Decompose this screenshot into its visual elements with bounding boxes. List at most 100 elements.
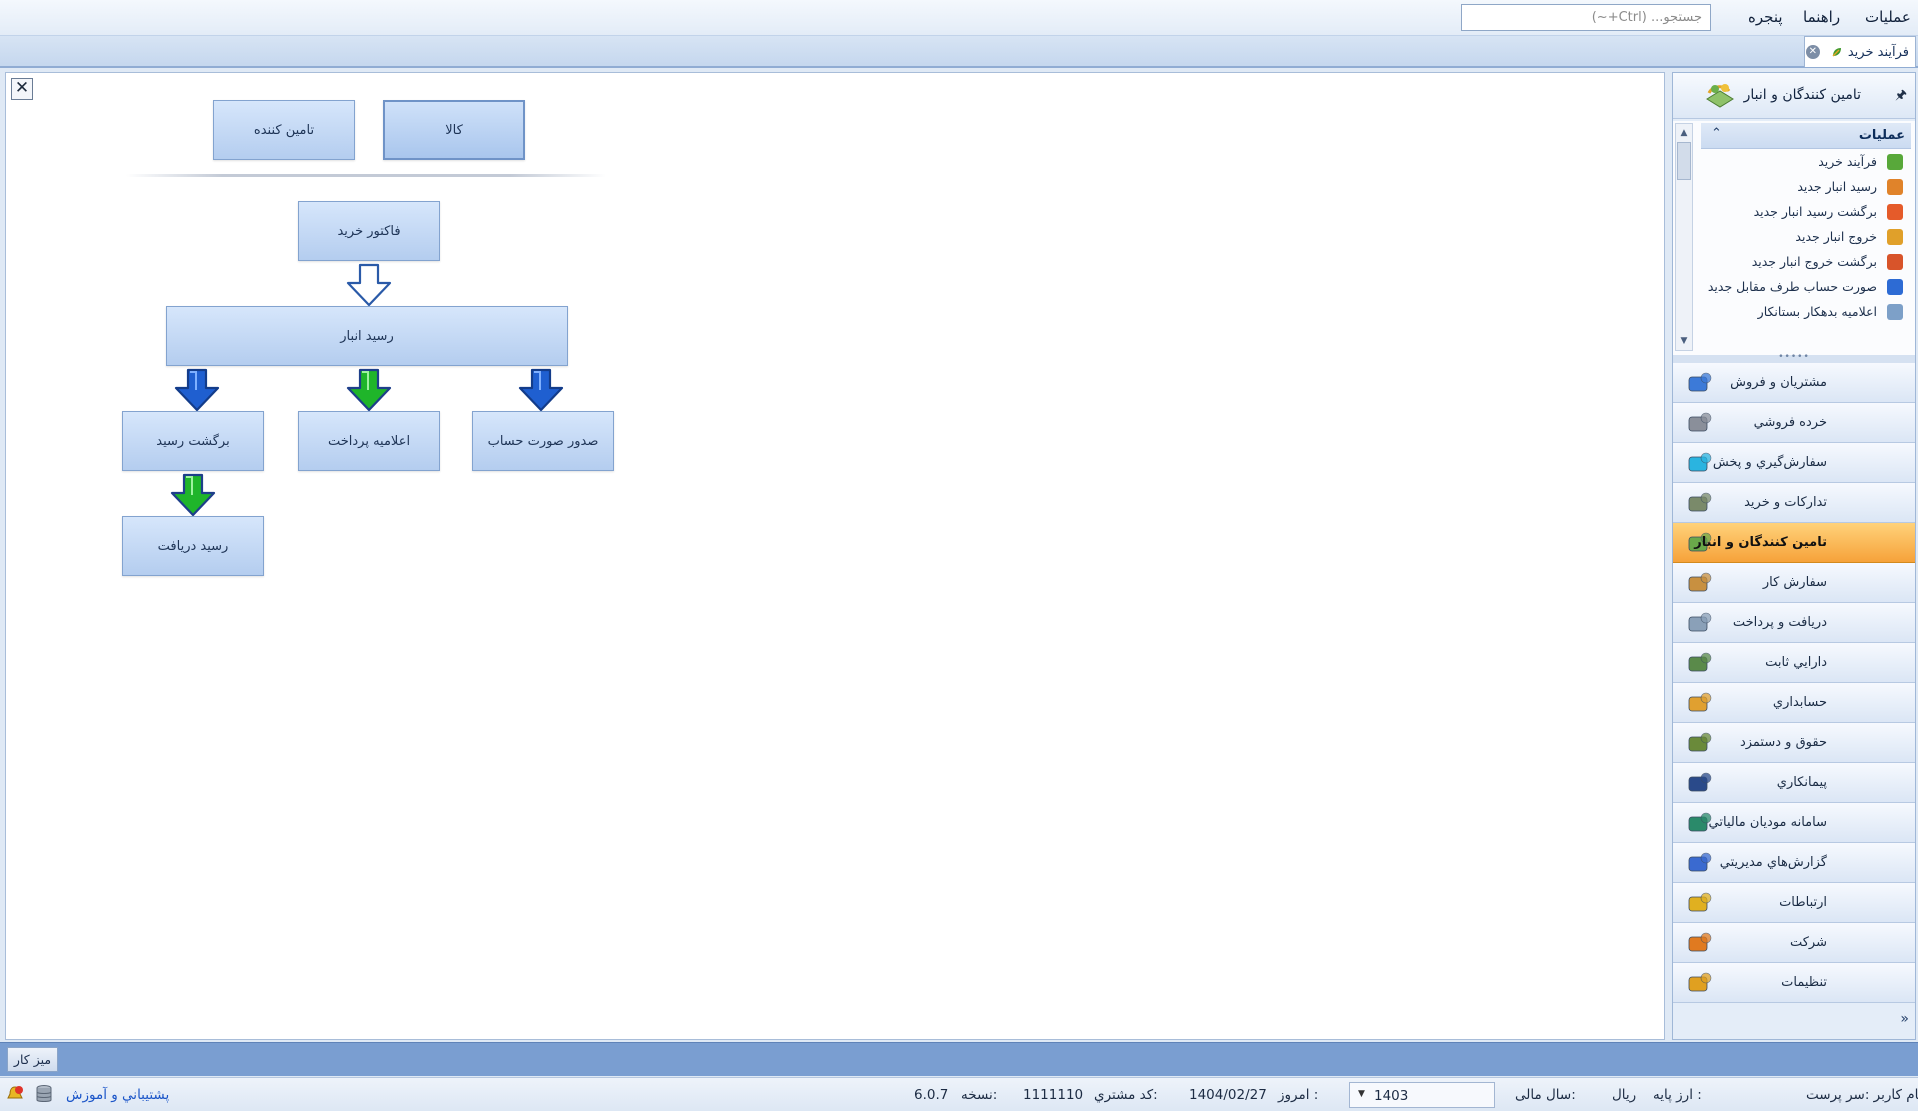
operation-item[interactable]: برگشت رسید انبار جدید: [1701, 199, 1911, 224]
support-link[interactable]: پشتيباني و آموزش: [66, 1087, 169, 1103]
arrow-down-blue-icon: [518, 368, 564, 412]
module-item[interactable]: ارتباطات: [1673, 883, 1915, 923]
goods-button[interactable]: کالا: [383, 100, 525, 160]
menu-help[interactable]: راهنما: [1803, 8, 1840, 26]
menu-window[interactable]: پنجره: [1748, 8, 1783, 26]
module-item[interactable]: حقوق و دستمزد: [1673, 723, 1915, 763]
process-canvas: ✕ تامین کننده کالا فاکتور خرید رسید انبا…: [5, 72, 1665, 1040]
operation-item[interactable]: برگشت خروج انبار جدید: [1701, 249, 1911, 274]
nav-footer: »: [1673, 1003, 1915, 1039]
module-label: دريافت و پرداخت: [1732, 615, 1827, 630]
operation-item[interactable]: خروج انبار جدید: [1701, 224, 1911, 249]
module-item[interactable]: خرده فروشي: [1673, 403, 1915, 443]
operation-item[interactable]: فرآیند خرید: [1701, 149, 1911, 174]
warehouse-receipt-box[interactable]: رسید انبار: [166, 306, 568, 366]
operation-label: برگشت رسید انبار جدید: [1753, 204, 1877, 219]
module-label: تامين کنندگان و انبار: [1694, 535, 1827, 550]
bell-icon[interactable]: [6, 1085, 24, 1103]
customer-code-label: کد مشتري:: [1094, 1087, 1158, 1103]
pin-icon[interactable]: 🖈: [1895, 86, 1907, 108]
module-label: حسابداري: [1772, 695, 1827, 710]
menu-operations[interactable]: عملیات: [1865, 8, 1911, 26]
fiscal-year-value: 1403: [1374, 1088, 1409, 1104]
fixed-assets-icon: [1688, 652, 1712, 672]
module-item[interactable]: تامين کنندگان و انبار: [1673, 523, 1915, 563]
operations-group-header[interactable]: ⌃ عملیات: [1701, 123, 1911, 149]
module-label: تدارکات و خريد: [1744, 495, 1827, 510]
operation-item[interactable]: صورت حساب طرف مقابل جدید: [1701, 274, 1911, 299]
operations-group-title: عملیات: [1858, 128, 1905, 143]
module-item[interactable]: سامانه موديان مالياتي: [1673, 803, 1915, 843]
module-label: پيمانکاري: [1776, 775, 1827, 790]
module-item[interactable]: سفارش‌گيري و پخش: [1673, 443, 1915, 483]
fiscal-year-label: سال مالی:: [1515, 1087, 1576, 1103]
chevron-down-icon[interactable]: »: [1900, 1011, 1909, 1027]
suppliers-icon: [1706, 84, 1734, 108]
status-bar: پشتيباني و آموزش 6.0.7 نسخه: 1111110 کد …: [0, 1077, 1918, 1111]
collapse-icon[interactable]: ⌃: [1711, 126, 1722, 141]
module-item[interactable]: تدارکات و خريد: [1673, 483, 1915, 523]
scroll-thumb[interactable]: [1677, 142, 1691, 180]
pane-splitter[interactable]: •••••: [1673, 353, 1915, 363]
supplier-button[interactable]: تامین کننده: [213, 100, 355, 160]
operation-label: خروج انبار جدید: [1795, 229, 1877, 244]
module-label: خرده فروشي: [1753, 415, 1827, 430]
module-item[interactable]: تنظيمات: [1673, 963, 1915, 1003]
return-receipt-box[interactable]: برگشت رسید: [122, 411, 264, 471]
operations-group: ⌃ عملیات فرآیند خرید رسید انبار جدید برگشت…: [1701, 123, 1911, 351]
module-item[interactable]: پيمانکاري: [1673, 763, 1915, 803]
module-label: شرکت: [1789, 935, 1827, 950]
module-item[interactable]: سفارش کار: [1673, 563, 1915, 603]
menu-bar: عملیات راهنما پنجره: [0, 0, 1918, 36]
operation-item[interactable]: رسید انبار جدید: [1701, 174, 1911, 199]
module-item[interactable]: دارايي ثابت: [1673, 643, 1915, 683]
reports-icon: [1688, 852, 1712, 872]
document-tab-bar: ✕ فرآیند خرید: [0, 36, 1918, 68]
purchase-invoice-box[interactable]: فاکتور خرید: [298, 201, 440, 261]
scroll-down-icon[interactable]: ▼: [1677, 334, 1691, 348]
module-item[interactable]: حسابداري: [1673, 683, 1915, 723]
search-input[interactable]: [1461, 4, 1711, 31]
module-item[interactable]: مشتریان و فروش: [1673, 363, 1915, 403]
nav-header: 🖈 تامین کنندگان و انبار: [1673, 73, 1915, 119]
database-icon[interactable]: [36, 1085, 52, 1103]
close-icon[interactable]: ✕: [11, 78, 33, 100]
base-currency-label: ارز پایه :: [1653, 1087, 1702, 1103]
fiscal-year-select[interactable]: ▼ 1403: [1349, 1082, 1495, 1108]
issue-bill-box[interactable]: صدور صورت حساب: [472, 411, 614, 471]
arrow-down-icon: [346, 263, 392, 307]
module-item[interactable]: گزارش‌هاي مديريتي: [1673, 843, 1915, 883]
sales-icon: [1688, 372, 1712, 392]
return-receipt-icon: [1887, 204, 1903, 220]
tab-label: فرآیند خرید: [1847, 44, 1909, 60]
operation-item[interactable]: اعلامیه بدهکار بستانکار: [1701, 299, 1911, 324]
module-item[interactable]: دريافت و پرداخت: [1673, 603, 1915, 643]
module-label: سفارش کار: [1762, 575, 1827, 590]
debit-credit-icon: [1887, 304, 1903, 320]
tab-purchase-process[interactable]: ✕ فرآیند خرید: [1804, 36, 1916, 67]
customer-code-value: 1111110: [1023, 1087, 1084, 1103]
receive-receipt-box[interactable]: رسید دریافت: [122, 516, 264, 576]
version-value: 6.0.7: [914, 1087, 949, 1103]
user-label: نام کاربر :سر پرست: [1806, 1087, 1918, 1103]
work-order-icon: [1688, 572, 1712, 592]
payment-notice-box[interactable]: اعلامیه پرداخت: [298, 411, 440, 471]
arrow-down-green-icon: [170, 473, 216, 517]
arrow-down-green-icon: [346, 368, 392, 412]
process-leaf-icon: [1832, 48, 1841, 57]
settings-icon: [1688, 972, 1712, 992]
operation-label: رسید انبار جدید: [1797, 179, 1877, 194]
desktop-button[interactable]: ميز کار: [7, 1047, 58, 1072]
process-icon: [1887, 154, 1903, 170]
module-item[interactable]: شرکت: [1673, 923, 1915, 963]
module-label: تنظيمات: [1781, 975, 1827, 990]
dropdown-arrow-icon[interactable]: ▼: [1358, 1089, 1365, 1099]
navigation-pane: 🖈 تامین کنندگان و انبار ▲ ▼ ⌃ عملیات فرآ…: [1672, 72, 1916, 1040]
retail-icon: [1688, 412, 1712, 432]
today-label: امروز :: [1278, 1087, 1319, 1103]
distribution-icon: [1688, 452, 1712, 472]
tab-close-icon[interactable]: ✕: [1805, 45, 1820, 59]
scroll-up-icon[interactable]: ▲: [1677, 126, 1691, 140]
operation-label: صورت حساب طرف مقابل جدید: [1707, 279, 1877, 294]
ops-scrollbar[interactable]: ▲ ▼: [1675, 123, 1693, 351]
